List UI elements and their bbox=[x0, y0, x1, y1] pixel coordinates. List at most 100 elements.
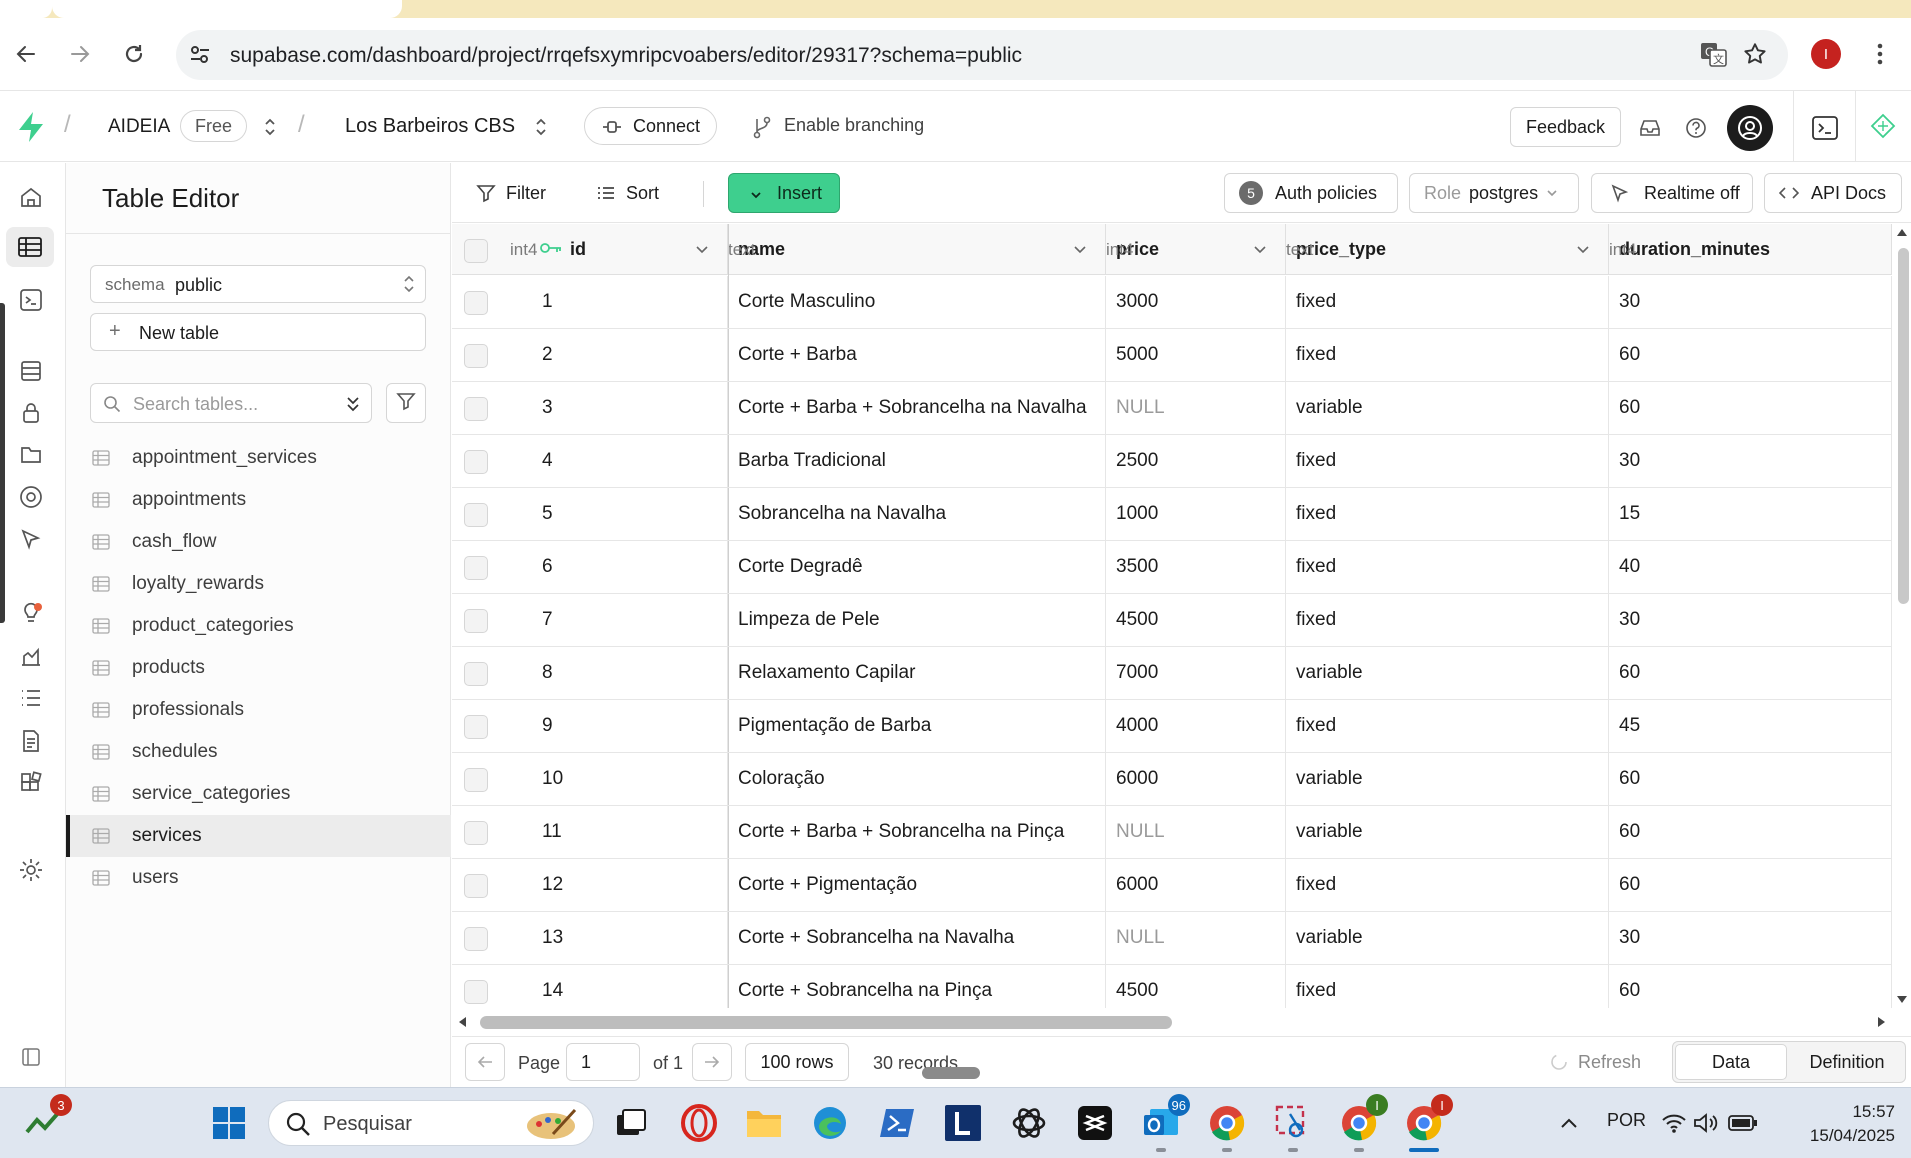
cell-duration-minutes[interactable]: 60 bbox=[1609, 329, 1892, 381]
widgets-icon[interactable]: 3 bbox=[22, 1094, 72, 1144]
cell-id[interactable]: 8 bbox=[510, 647, 728, 699]
table-row[interactable]: 4 Barba Tradicional 2500 fixed 30 bbox=[452, 435, 1892, 488]
system-clock[interactable]: 15:57 15/04/2025 bbox=[1795, 1100, 1895, 1148]
cell-price-type[interactable]: fixed bbox=[1286, 965, 1609, 1008]
battery-icon[interactable] bbox=[1726, 1102, 1760, 1144]
windows-start-icon[interactable] bbox=[208, 1102, 250, 1144]
project-switcher-icon[interactable] bbox=[531, 115, 551, 139]
cell-name[interactable]: Corte + Pigmentação bbox=[728, 859, 1106, 911]
cell-id[interactable]: 10 bbox=[510, 753, 728, 805]
table-row[interactable]: 3 Corte + Barba + Sobrancelha na Navalha N… bbox=[452, 382, 1892, 435]
row-checkbox[interactable] bbox=[464, 344, 488, 368]
table-row[interactable]: 13 Corte + Sobrancelha na Navalha NULL vari… bbox=[452, 912, 1892, 965]
filter-tables-button[interactable] bbox=[386, 383, 426, 423]
cell-duration-minutes[interactable]: 60 bbox=[1609, 859, 1892, 911]
url-text[interactable]: supabase.com/dashboard/project/rrqefsxym… bbox=[230, 44, 1022, 68]
cell-duration-minutes[interactable]: 30 bbox=[1609, 594, 1892, 646]
snipping-tool-icon[interactable] bbox=[1272, 1102, 1314, 1152]
column-menu-chevron-icon[interactable] bbox=[1252, 241, 1268, 262]
cell-id[interactable]: 11 bbox=[510, 806, 728, 858]
edge-functions-icon[interactable] bbox=[17, 483, 45, 511]
scroll-right-icon[interactable] bbox=[1876, 1015, 1888, 1029]
table-list-item[interactable]: appointments bbox=[66, 479, 451, 521]
inbox-icon[interactable] bbox=[1637, 115, 1663, 141]
cell-price-type[interactable]: fixed bbox=[1286, 488, 1609, 540]
api-docs-icon[interactable] bbox=[17, 727, 45, 755]
api-docs-button[interactable]: API Docs bbox=[1764, 173, 1902, 213]
cell-name[interactable]: Corte + Sobrancelha na Navalha bbox=[728, 912, 1106, 964]
scroll-up-icon[interactable] bbox=[1895, 226, 1909, 238]
cell-price[interactable]: 3000 bbox=[1106, 276, 1286, 328]
sort-button[interactable]: Sort bbox=[596, 174, 659, 212]
cell-name[interactable]: Corte + Barba + Sobrancelha na Pinça bbox=[728, 806, 1106, 858]
outlook-icon[interactable]: 96 bbox=[1140, 1094, 1190, 1152]
cell-duration-minutes[interactable]: 15 bbox=[1609, 488, 1892, 540]
cell-price[interactable]: NULL bbox=[1106, 912, 1286, 964]
horizontal-scroll-thumb[interactable] bbox=[480, 1016, 1172, 1029]
back-icon[interactable] bbox=[8, 36, 44, 72]
cell-id[interactable]: 12 bbox=[510, 859, 728, 911]
table-editor-icon[interactable] bbox=[6, 227, 54, 267]
table-row[interactable]: 9 Pigmentação de Barba 4000 fixed 45 bbox=[452, 700, 1892, 753]
table-row[interactable]: 1 Corte Masculino 3000 fixed 30 bbox=[452, 276, 1892, 329]
opera-icon[interactable] bbox=[678, 1102, 720, 1144]
table-row[interactable]: 2 Corte + Barba 5000 fixed 60 bbox=[452, 329, 1892, 382]
cell-price-type[interactable]: fixed bbox=[1286, 276, 1609, 328]
cell-price-type[interactable]: fixed bbox=[1286, 859, 1609, 911]
database-icon[interactable] bbox=[17, 357, 45, 385]
cell-price[interactable]: 2500 bbox=[1106, 435, 1286, 487]
cell-name[interactable]: Corte + Barba + Sobrancelha na Navalha bbox=[728, 382, 1106, 434]
table-row[interactable]: 10 Coloração 6000 variable 60 bbox=[452, 753, 1892, 806]
row-checkbox[interactable] bbox=[464, 768, 488, 792]
cell-name[interactable]: Pigmentação de Barba bbox=[728, 700, 1106, 752]
cell-duration-minutes[interactable]: 60 bbox=[1609, 753, 1892, 805]
forward-icon[interactable] bbox=[62, 36, 98, 72]
auth-policies-button[interactable]: 5 Auth policies bbox=[1224, 173, 1398, 213]
cell-price[interactable]: 7000 bbox=[1106, 647, 1286, 699]
cell-id[interactable]: 9 bbox=[510, 700, 728, 752]
cell-duration-minutes[interactable]: 60 bbox=[1609, 382, 1892, 434]
table-row[interactable]: 7 Limpeza de Pele 4500 fixed 30 bbox=[452, 594, 1892, 647]
row-checkbox[interactable] bbox=[464, 927, 488, 951]
table-row[interactable]: 6 Corte Degradê 3500 fixed 40 bbox=[452, 541, 1892, 594]
cell-duration-minutes[interactable]: 40 bbox=[1609, 541, 1892, 593]
cell-name[interactable]: Sobrancelha na Navalha bbox=[728, 488, 1106, 540]
column-menu-chevron-icon[interactable] bbox=[1072, 241, 1088, 262]
filter-button[interactable]: Filter bbox=[476, 174, 546, 212]
address-bar[interactable]: supabase.com/dashboard/project/rrqefsxym… bbox=[176, 30, 1788, 80]
table-row[interactable]: 5 Sobrancelha na Navalha 1000 fixed 15 bbox=[452, 488, 1892, 541]
storage-icon[interactable] bbox=[17, 440, 45, 468]
cell-price-type[interactable]: fixed bbox=[1286, 594, 1609, 646]
browser-menu-icon[interactable] bbox=[1865, 39, 1895, 69]
cell-id[interactable]: 14 bbox=[510, 965, 728, 1008]
realtime-icon[interactable] bbox=[17, 525, 45, 553]
collapse-sidebar-icon[interactable] bbox=[17, 1043, 45, 1071]
table-list-item[interactable]: product_categories bbox=[66, 605, 451, 647]
refresh-button[interactable]: Refresh bbox=[1550, 1043, 1641, 1081]
integrations-icon[interactable] bbox=[17, 769, 45, 797]
next-page-button[interactable] bbox=[692, 1043, 732, 1081]
translate-icon[interactable]: G文 bbox=[1700, 42, 1728, 73]
wifi-icon[interactable] bbox=[1660, 1102, 1688, 1144]
capcut-icon[interactable] bbox=[1074, 1102, 1116, 1144]
table-row[interactable]: 14 Corte + Sobrancelha na Pinça 4500 fixed 6… bbox=[452, 965, 1892, 1008]
cell-duration-minutes[interactable]: 60 bbox=[1609, 965, 1892, 1008]
cell-price-type[interactable]: variable bbox=[1286, 753, 1609, 805]
row-checkbox[interactable] bbox=[464, 503, 488, 527]
app-l-icon[interactable] bbox=[942, 1102, 984, 1144]
taskbar-search[interactable]: Pesquisar bbox=[268, 1100, 594, 1146]
prev-page-button[interactable] bbox=[465, 1043, 505, 1081]
schema-selector[interactable]: schema public bbox=[90, 265, 426, 303]
scroll-left-icon[interactable] bbox=[456, 1015, 468, 1029]
task-view-icon[interactable] bbox=[610, 1102, 652, 1144]
profile-avatar[interactable]: I bbox=[1811, 39, 1841, 69]
cell-price-type[interactable]: variable bbox=[1286, 806, 1609, 858]
row-checkbox[interactable] bbox=[464, 980, 488, 1004]
cell-duration-minutes[interactable]: 60 bbox=[1609, 806, 1892, 858]
bookmark-star-icon[interactable] bbox=[1742, 41, 1768, 72]
cell-name[interactable]: Coloração bbox=[728, 753, 1106, 805]
chrome-profile-3-icon[interactable]: I bbox=[1403, 1094, 1453, 1152]
cell-duration-minutes[interactable]: 30 bbox=[1609, 912, 1892, 964]
chrome-profile-2-icon[interactable]: I bbox=[1338, 1094, 1388, 1152]
select-all-checkbox[interactable] bbox=[464, 239, 488, 263]
